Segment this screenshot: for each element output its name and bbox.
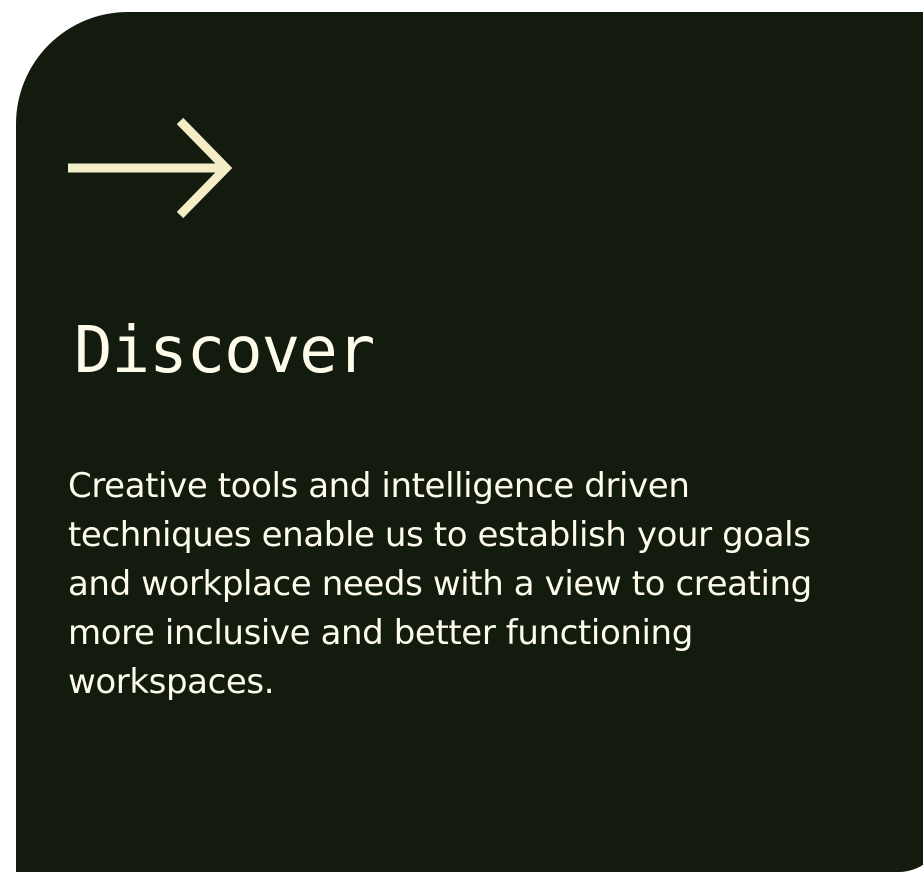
card-description: Creative tools and intelligence driven t… bbox=[68, 466, 812, 702]
discover-card[interactable]: Discover Creative tools and intelligence… bbox=[16, 12, 923, 872]
arrow-right-icon bbox=[68, 117, 232, 219]
card-title: Discover bbox=[74, 314, 375, 388]
